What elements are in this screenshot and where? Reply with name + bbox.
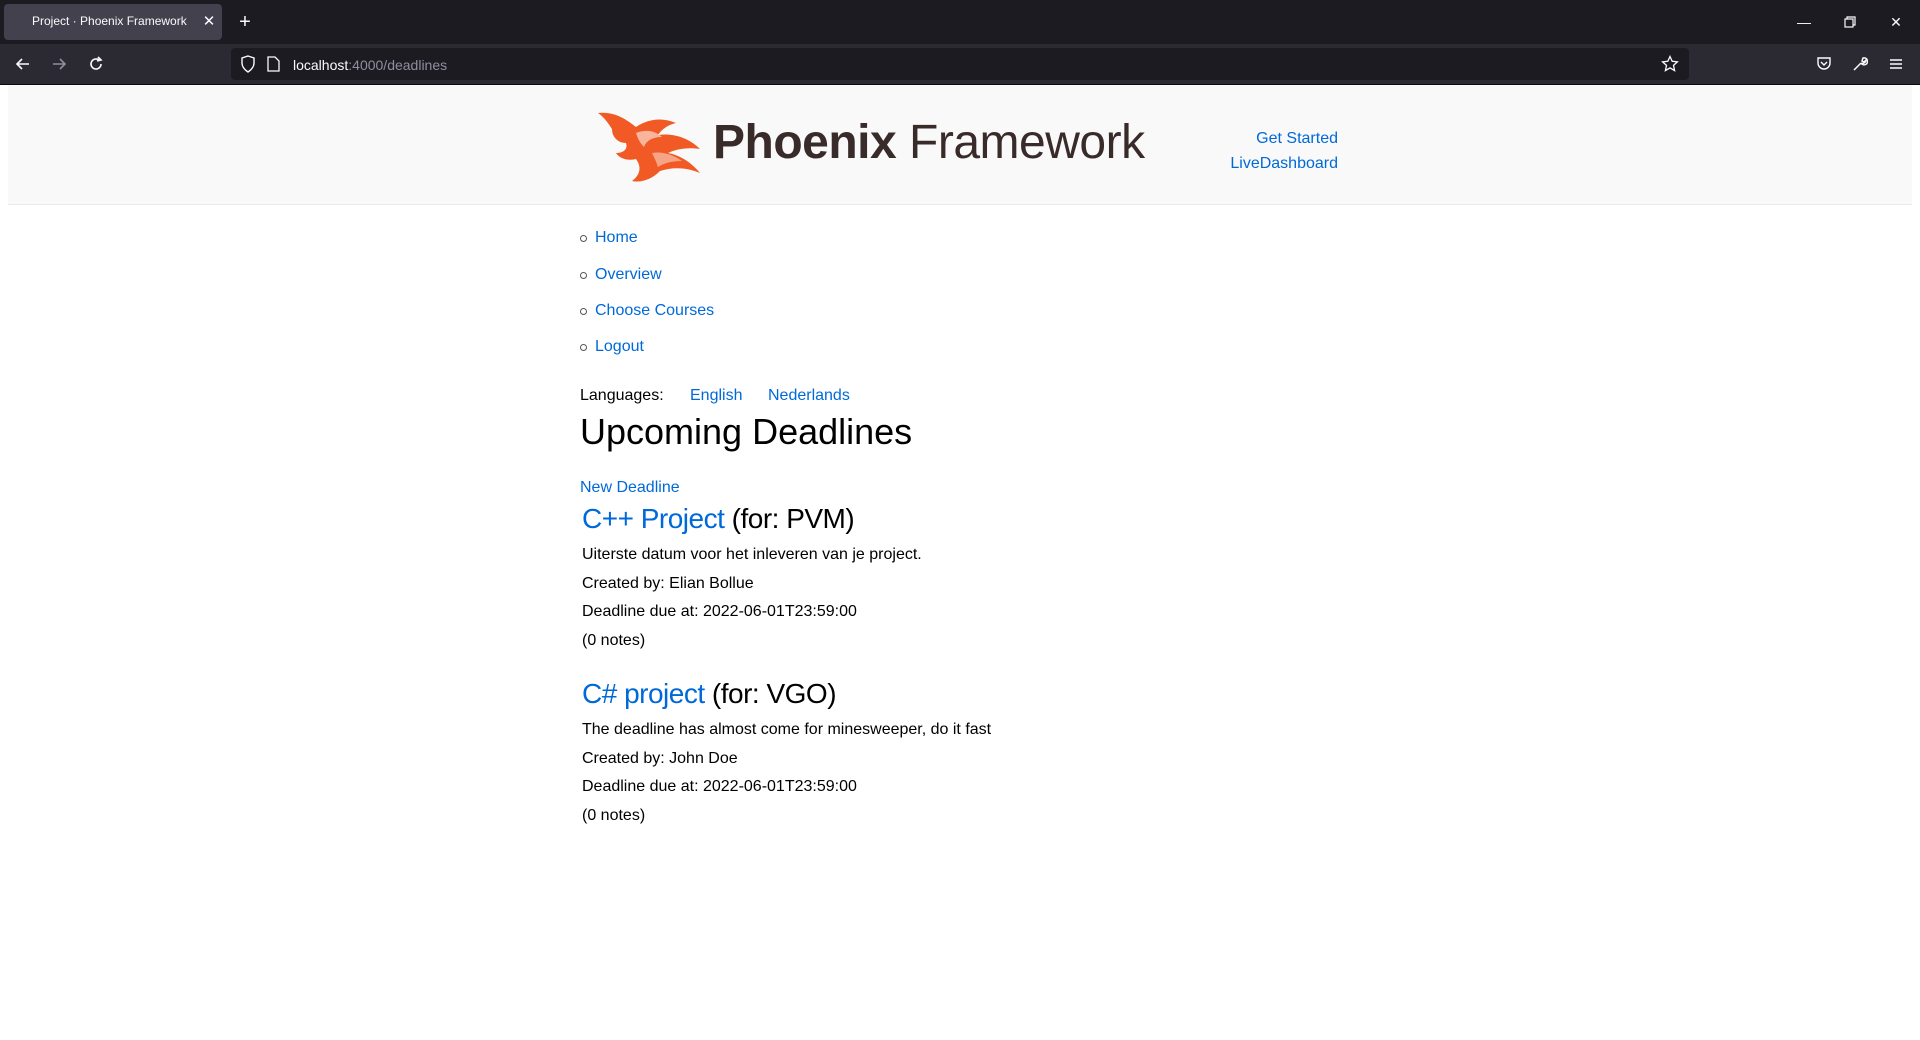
deadline-course: (for: VGO) <box>704 678 837 709</box>
wrench-icon[interactable] <box>1848 52 1872 76</box>
bullet-icon <box>580 308 587 315</box>
browser-titlebar: Project · Phoenix Framework ✕ + — ✕ <box>0 0 1920 44</box>
get-started-link[interactable]: Get Started <box>1128 126 1338 151</box>
logo-light: Framework <box>896 116 1145 169</box>
new-deadline-link[interactable]: New Deadline <box>580 479 680 497</box>
shield-icon[interactable] <box>240 55 256 78</box>
browser-tab[interactable]: Project · Phoenix Framework ✕ <box>4 4 222 40</box>
reload-icon[interactable] <box>84 52 108 76</box>
url-text[interactable]: localhost:4000/deadlines <box>293 57 447 73</box>
logo-bold: Phoenix <box>713 116 897 169</box>
bullet-icon <box>580 344 587 351</box>
arrow-left-icon[interactable] <box>11 52 35 76</box>
deadline-title: C# project (for: VGO) <box>582 678 837 710</box>
deadline-notes: (0 notes) <box>582 632 646 649</box>
page-title: Upcoming Deadlines <box>580 411 913 452</box>
browser-toolbar: localhost:4000/deadlines <box>0 44 1920 85</box>
deadline-description: The deadline has almost come for mineswe… <box>582 721 992 738</box>
close-window-icon[interactable]: ✕ <box>1876 8 1916 36</box>
deadline-due: Deadline due at: 2022-06-01T23:59:00 <box>582 603 857 620</box>
logout-link[interactable]: Logout <box>595 338 644 356</box>
hamburger-menu-icon[interactable] <box>1884 52 1908 76</box>
url-host: localhost <box>293 57 349 73</box>
star-icon[interactable] <box>1661 54 1679 78</box>
pocket-icon[interactable] <box>1812 52 1836 76</box>
logo-wordmark[interactable]: Phoenix Framework <box>713 115 1145 170</box>
deadline-name-link[interactable]: C# project <box>582 678 705 709</box>
deadline-notes: (0 notes) <box>582 807 646 824</box>
minimize-icon[interactable]: — <box>1784 8 1824 36</box>
site-header: Phoenix Framework Get Started LiveDashbo… <box>8 85 1912 205</box>
deadline-created-by: Created by: Elian Bollue <box>582 575 754 592</box>
language-nederlands-link[interactable]: Nederlands <box>768 387 850 405</box>
overview-link[interactable]: Overview <box>595 266 662 284</box>
deadline-description: Uiterste datum voor het inleveren van je… <box>582 546 922 563</box>
language-english-link[interactable]: English <box>690 387 742 405</box>
bullet-icon <box>580 272 587 279</box>
deadline-due: Deadline due at: 2022-06-01T23:59:00 <box>582 778 857 795</box>
bullet-icon <box>580 235 587 242</box>
choose-courses-link[interactable]: Choose Courses <box>595 302 714 320</box>
page-icon <box>267 56 280 77</box>
deadline-name-link[interactable]: C++ Project <box>582 503 725 534</box>
page-body: Phoenix Framework Get Started LiveDashbo… <box>0 85 1920 1040</box>
deadline-created-by: Created by: John Doe <box>582 750 738 767</box>
tab-title: Project · Phoenix Framework <box>32 14 187 28</box>
arrow-right-icon[interactable] <box>47 52 71 76</box>
home-link[interactable]: Home <box>595 229 638 247</box>
phoenix-logo-icon[interactable] <box>596 109 706 185</box>
tab-close-icon[interactable]: ✕ <box>200 13 218 31</box>
deadline-course: (for: PVM) <box>724 503 855 534</box>
restore-icon[interactable] <box>1830 8 1870 36</box>
languages-label: Languages: <box>580 387 664 404</box>
new-tab-icon[interactable]: + <box>234 11 256 33</box>
header-links: Get Started LiveDashboard <box>1128 126 1338 176</box>
deadline-title: C++ Project (for: PVM) <box>582 503 855 535</box>
live-dashboard-link[interactable]: LiveDashboard <box>1128 151 1338 176</box>
url-path: :4000/deadlines <box>348 57 448 73</box>
url-bar[interactable]: localhost:4000/deadlines <box>231 48 1689 80</box>
